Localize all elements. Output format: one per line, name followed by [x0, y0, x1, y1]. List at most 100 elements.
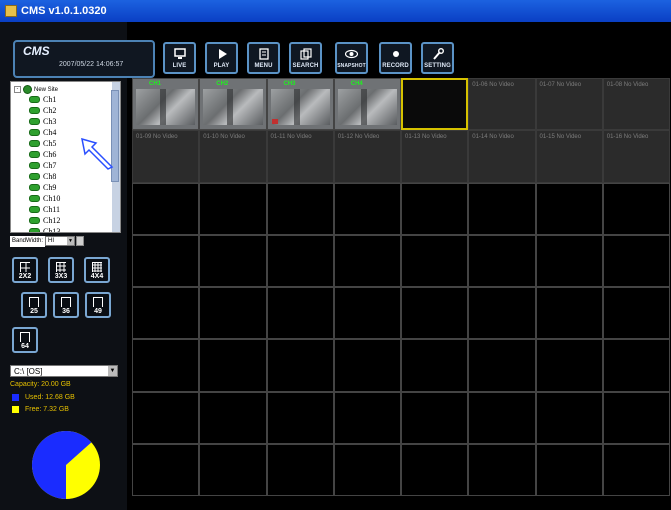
tree-channel-item[interactable]: Ch3 — [29, 117, 56, 126]
video-cell[interactable] — [266, 182, 334, 235]
video-cell[interactable] — [333, 443, 401, 496]
layout-36-button[interactable]: 36 — [53, 292, 79, 318]
tree-channel-item[interactable]: Ch1 — [29, 95, 56, 104]
video-cell[interactable] — [468, 234, 536, 287]
video-cell[interactable]: 01-16 No Video — [602, 130, 670, 183]
drive-select[interactable]: C:\ [OS] ▼ — [10, 365, 118, 377]
tree-channel-item[interactable]: Ch9 — [29, 183, 56, 192]
menu-button[interactable]: MENU — [247, 42, 280, 74]
video-cell[interactable] — [199, 287, 267, 340]
video-cell[interactable] — [266, 339, 334, 392]
tree-channel-item[interactable]: Ch6 — [29, 150, 56, 159]
video-cell[interactable] — [535, 339, 603, 392]
video-cell[interactable] — [468, 287, 536, 340]
layout-64-button[interactable]: 64 — [12, 327, 38, 353]
video-cell[interactable] — [199, 339, 267, 392]
video-cell[interactable] — [602, 182, 670, 235]
video-cell[interactable] — [468, 339, 536, 392]
video-cell[interactable]: 01-14 No Video — [468, 130, 536, 183]
layout-2x2-button[interactable]: 2X2 — [12, 257, 38, 283]
site-label: New Site — [34, 86, 59, 93]
video-cell[interactable] — [199, 443, 267, 496]
video-cell[interactable] — [333, 391, 401, 444]
tree-root-site[interactable]: - New Site — [14, 85, 58, 94]
tree-channel-item[interactable]: Ch2 — [29, 106, 56, 115]
tree-channel-item[interactable]: Ch13 — [29, 227, 60, 232]
tree-channel-item[interactable]: Ch5 — [29, 139, 56, 148]
video-grid[interactable]: CH1 CH2 CH3 CH4 01-06 No Video 01-07 No Video… — [132, 78, 670, 496]
video-cell[interactable] — [266, 443, 334, 496]
video-cell[interactable]: CH4 — [333, 78, 401, 131]
video-cell[interactable] — [468, 391, 536, 444]
video-cell[interactable]: 01-10 No Video — [199, 130, 267, 183]
video-cell[interactable] — [199, 234, 267, 287]
video-cell-selected[interactable] — [401, 78, 469, 131]
play-button[interactable]: PLAY — [205, 42, 238, 74]
layout-3x3-button[interactable]: 3X3 — [48, 257, 74, 283]
video-cell[interactable] — [401, 391, 469, 444]
feed-detail — [294, 89, 301, 126]
video-cell[interactable] — [132, 339, 200, 392]
video-cell[interactable]: 01-13 No Video — [401, 130, 469, 183]
video-cell[interactable] — [401, 287, 469, 340]
tree-channel-item[interactable]: Ch11 — [29, 205, 60, 214]
tree-channel-item[interactable]: Ch10 — [29, 194, 60, 203]
layout-4x4-button[interactable]: 4X4 — [84, 257, 110, 283]
video-cell[interactable] — [132, 182, 200, 235]
video-cell[interactable] — [266, 391, 334, 444]
video-cell[interactable] — [132, 234, 200, 287]
expand-icon[interactable]: - — [14, 86, 21, 93]
layout-25-button[interactable]: 25 — [21, 292, 47, 318]
tree-channel-item[interactable]: Ch7 — [29, 161, 56, 170]
tree-channel-item[interactable]: Ch8 — [29, 172, 56, 181]
video-cell[interactable] — [468, 182, 536, 235]
video-cell[interactable] — [602, 234, 670, 287]
video-cell[interactable] — [333, 339, 401, 392]
video-cell[interactable] — [535, 182, 603, 235]
video-cell[interactable]: 01-07 No Video — [535, 78, 603, 131]
video-cell[interactable] — [602, 443, 670, 496]
video-cell[interactable]: CH3 — [266, 78, 334, 131]
video-cell[interactable]: 01-11 No Video — [266, 130, 334, 183]
video-cell[interactable] — [535, 234, 603, 287]
video-cell[interactable] — [535, 391, 603, 444]
setting-button[interactable]: SETTING — [421, 42, 454, 74]
video-cell[interactable]: 01-08 No Video — [602, 78, 670, 131]
video-cell[interactable] — [401, 443, 469, 496]
bandwidth-select[interactable]: HI ▼ — [45, 236, 76, 246]
video-cell[interactable] — [266, 287, 334, 340]
video-cell[interactable] — [468, 443, 536, 496]
video-cell[interactable] — [535, 287, 603, 340]
video-cell[interactable]: 01-15 No Video — [535, 130, 603, 183]
video-cell[interactable] — [333, 287, 401, 340]
video-cell[interactable] — [199, 391, 267, 444]
video-cell[interactable] — [535, 443, 603, 496]
video-cell[interactable] — [132, 443, 200, 496]
search-button[interactable]: SEARCH — [289, 42, 322, 74]
video-cell[interactable] — [401, 234, 469, 287]
tree-channel-item[interactable]: Ch4 — [29, 128, 56, 137]
video-cell[interactable] — [602, 339, 670, 392]
snapshot-button[interactable]: SNAPSHOT — [335, 42, 368, 74]
video-cell[interactable] — [401, 339, 469, 392]
video-cell[interactable] — [602, 391, 670, 444]
live-button[interactable]: LIVE — [163, 42, 196, 74]
video-cell[interactable] — [266, 234, 334, 287]
layout-49-button[interactable]: 49 — [85, 292, 111, 318]
video-cell[interactable]: CH1 — [132, 78, 200, 131]
video-cell[interactable] — [132, 391, 200, 444]
video-cell[interactable] — [401, 182, 469, 235]
video-cell[interactable] — [602, 287, 670, 340]
video-cell[interactable]: 01-09 No Video — [132, 130, 200, 183]
video-cell[interactable]: 01-06 No Video — [468, 78, 536, 131]
channel-tag: CH1 — [149, 81, 162, 87]
tree-channel-item[interactable]: Ch12 — [29, 216, 60, 225]
video-cell[interactable] — [333, 182, 401, 235]
record-button[interactable]: RECORD — [379, 42, 412, 74]
video-cell[interactable]: CH2 — [199, 78, 267, 131]
video-cell[interactable]: 01-12 No Video — [333, 130, 401, 183]
speaker-icon[interactable] — [76, 236, 85, 246]
video-cell[interactable] — [132, 287, 200, 340]
video-cell[interactable] — [199, 182, 267, 235]
video-cell[interactable] — [333, 234, 401, 287]
